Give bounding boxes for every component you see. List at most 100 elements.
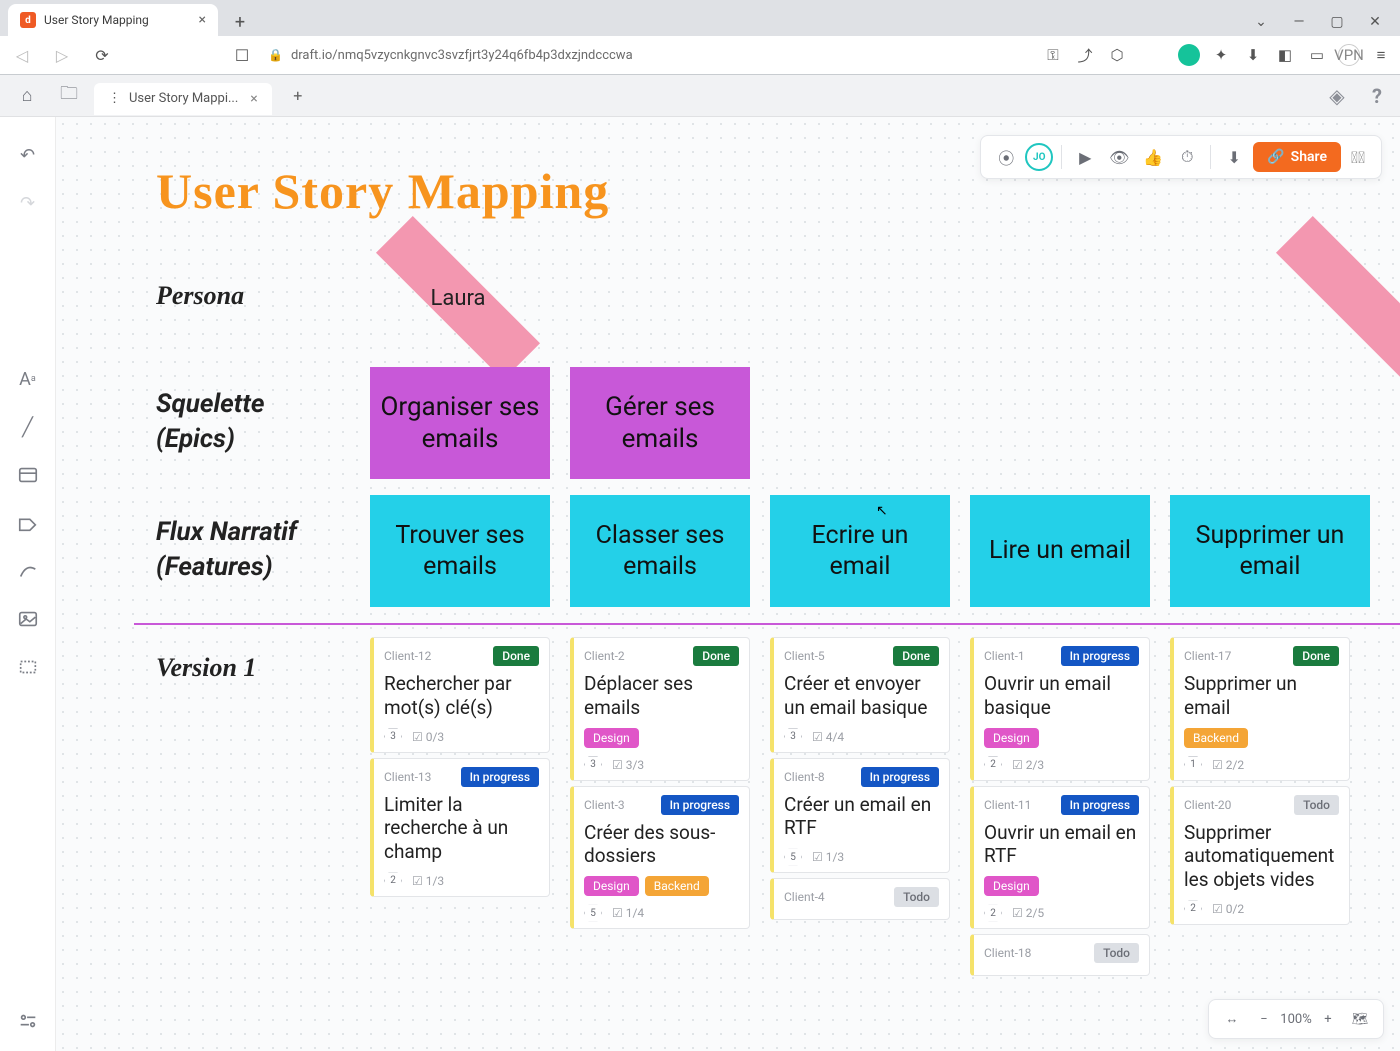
vpn-chip[interactable]: VPN <box>1338 44 1360 66</box>
thumbs-up-icon[interactable]: 👍 <box>1138 142 1168 172</box>
effort-badge: 3 <box>584 756 602 774</box>
fit-width-icon[interactable]: ↔ <box>1219 1006 1245 1032</box>
card-tool-icon[interactable] <box>8 455 48 495</box>
doc-tab[interactable]: ⋮ User Story Mappi... × <box>94 83 272 115</box>
address-bar: ◁ ▷ ⟳ ☐ 🔒 draft.io/nmq5vzycnkgnvc3svzfjr… <box>0 36 1400 74</box>
avatar[interactable]: JO <box>1025 143 1053 171</box>
label-epics: Squelette (Epics) <box>156 387 264 457</box>
effort-badge: 3 <box>384 728 402 746</box>
story-card[interactable]: Client-3In progressCréer des sous-dossie… <box>570 786 750 930</box>
tag-badge: Design <box>984 728 1039 748</box>
effort-badge: 2 <box>1184 900 1202 918</box>
story-card[interactable]: Client-5DoneCréer et envoyer un email ba… <box>770 637 950 753</box>
play-icon[interactable]: ▶ <box>1070 142 1100 172</box>
canvas-action-bar: ⦿ JO ▶ 👁 👍 ⏱ ⬇ 🔗 Share ✎⃠ <box>980 135 1382 179</box>
minimap-icon[interactable]: 🗺 <box>1347 1006 1373 1032</box>
download-icon[interactable]: ⬇ <box>1242 44 1264 66</box>
wallet-icon[interactable]: ▭ <box>1306 44 1328 66</box>
feature-card[interactable]: Lire un email <box>970 495 1150 607</box>
story-card[interactable]: Client-2DoneDéplacer ses emailsDesign3☑ … <box>570 637 750 781</box>
story-title: Limiter la recherche à un champ <box>384 793 539 864</box>
browser-tab[interactable]: d User Story Mapping × <box>8 4 218 36</box>
story-client: Client-3 <box>584 798 625 812</box>
forward-icon[interactable]: ▷ <box>48 41 76 69</box>
persona-diamond[interactable]: Laura <box>368 253 548 343</box>
status-badge: Done <box>1293 646 1339 666</box>
zoom-in-icon[interactable]: + <box>1315 1006 1341 1032</box>
undo-icon[interactable]: ↶ <box>8 135 48 175</box>
story-card[interactable]: Client-12DoneRechercher par mot(s) clé(s… <box>370 637 550 753</box>
eye-icon[interactable]: 👁 <box>1104 142 1134 172</box>
maximize-icon[interactable]: ▢ <box>1320 8 1354 36</box>
story-client: Client-1 <box>984 649 1025 663</box>
epic-card[interactable]: Organiser ses emails <box>370 367 550 479</box>
extensions-icon[interactable]: ✦ <box>1210 44 1232 66</box>
version-divider <box>134 623 1400 625</box>
diamond-icon[interactable]: ◈ <box>1324 83 1350 109</box>
focus-icon[interactable]: ⦿ <box>991 142 1021 172</box>
text-tool-icon[interactable]: Aa <box>8 359 48 399</box>
story-card[interactable]: Client-20TodoSupprimer automatiquement l… <box>1170 786 1350 925</box>
bookmark-icon[interactable]: ☐ <box>228 41 256 69</box>
story-client: Client-17 <box>1184 649 1231 663</box>
key-icon[interactable]: ⚿ <box>1042 44 1064 66</box>
menu-icon[interactable]: ≡ <box>1370 44 1392 66</box>
minimize-icon[interactable]: ― <box>1282 8 1316 36</box>
status-badge: In progress <box>1061 646 1139 666</box>
status-badge: In progress <box>461 767 539 787</box>
share-button[interactable]: 🔗 Share <box>1253 142 1341 172</box>
back-icon[interactable]: ◁ <box>8 41 36 69</box>
extension-icons: ⚿ ⤴ ⬡ ✦ ⬇ ◧ ▭ VPN ≡ <box>1042 44 1392 66</box>
export-icon[interactable]: ⬇ <box>1219 142 1249 172</box>
home-icon[interactable]: ⌂ <box>10 79 44 113</box>
story-card[interactable]: Client-13In progressLimiter la recherche… <box>370 758 550 897</box>
pen-disabled-icon[interactable]: ✎⃠ <box>1345 144 1371 170</box>
folder-icon[interactable]: 🗀 <box>52 79 86 113</box>
zoom-value: 100% <box>1283 1006 1309 1032</box>
chevron-down-icon[interactable]: ⌄ <box>1244 8 1278 36</box>
feature-card[interactable]: Ecrire un email <box>770 495 950 607</box>
new-tab-button[interactable]: + <box>226 8 254 36</box>
epic-card[interactable]: Gérer ses emails <box>570 367 750 479</box>
story-card[interactable]: Client-1In progressOuvrir un email basiq… <box>970 637 1150 781</box>
url-field[interactable]: 🔒 draft.io/nmq5vzycnkgnvc3svzfjrt3y24q6f… <box>268 48 1030 63</box>
connector-tool-icon[interactable] <box>8 551 48 591</box>
frame-tool-icon[interactable] <box>8 647 48 687</box>
share-label: Share <box>1291 149 1327 165</box>
share-ext-icon[interactable]: ⤴ <box>1074 44 1096 66</box>
tab-strip: d User Story Mapping × + ⌄ ― ▢ ✕ <box>0 0 1400 36</box>
settings-icon[interactable] <box>8 1001 48 1041</box>
tab-title: User Story Mapping <box>44 13 149 27</box>
timer-icon[interactable]: ⏱ <box>1172 142 1202 172</box>
status-badge: Todo <box>1094 943 1139 963</box>
reload-icon[interactable]: ⟳ <box>88 41 116 69</box>
grammarly-icon[interactable] <box>1178 44 1200 66</box>
redo-icon[interactable]: ↷ <box>8 183 48 223</box>
story-card[interactable]: Client-18Todo <box>970 934 1150 976</box>
new-doc-tab-button[interactable]: + <box>284 82 312 110</box>
story-title: Rechercher par mot(s) clé(s) <box>384 672 539 720</box>
story-card[interactable]: Client-17DoneSupprimer un emailBackend1☑… <box>1170 637 1350 781</box>
shield-icon[interactable]: ⬡ <box>1106 44 1128 66</box>
checklist-ratio: ☑ 4/4 <box>812 730 844 744</box>
status-badge: In progress <box>1061 795 1139 815</box>
persona-diamond-2[interactable] <box>1268 253 1400 343</box>
tab-menu-icon[interactable]: ⋮ <box>108 91 121 106</box>
story-card[interactable]: Client-8In progressCréer un email en RTF… <box>770 758 950 874</box>
close-doc-icon[interactable]: × <box>250 91 257 107</box>
story-card[interactable]: Client-4Todo <box>770 878 950 920</box>
line-tool-icon[interactable]: ╱ <box>8 407 48 447</box>
canvas[interactable]: ⦿ JO ▶ 👁 👍 ⏱ ⬇ 🔗 Share ✎⃠ User Story Map… <box>56 117 1400 1051</box>
sidepanel-icon[interactable]: ◧ <box>1274 44 1296 66</box>
checklist-ratio: ☑ 0/3 <box>412 730 444 744</box>
help-icon[interactable]: ? <box>1364 83 1390 109</box>
feature-card[interactable]: Trouver ses emails <box>370 495 550 607</box>
tab-close-icon[interactable]: × <box>199 12 206 28</box>
feature-card[interactable]: Supprimer un email <box>1170 495 1370 607</box>
feature-card[interactable]: Classer ses emails <box>570 495 750 607</box>
zoom-out-icon[interactable]: − <box>1251 1006 1277 1032</box>
close-window-icon[interactable]: ✕ <box>1358 8 1392 36</box>
tag-tool-icon[interactable] <box>8 503 48 543</box>
story-card[interactable]: Client-11In progressOuvrir un email en R… <box>970 786 1150 930</box>
image-tool-icon[interactable] <box>8 599 48 639</box>
